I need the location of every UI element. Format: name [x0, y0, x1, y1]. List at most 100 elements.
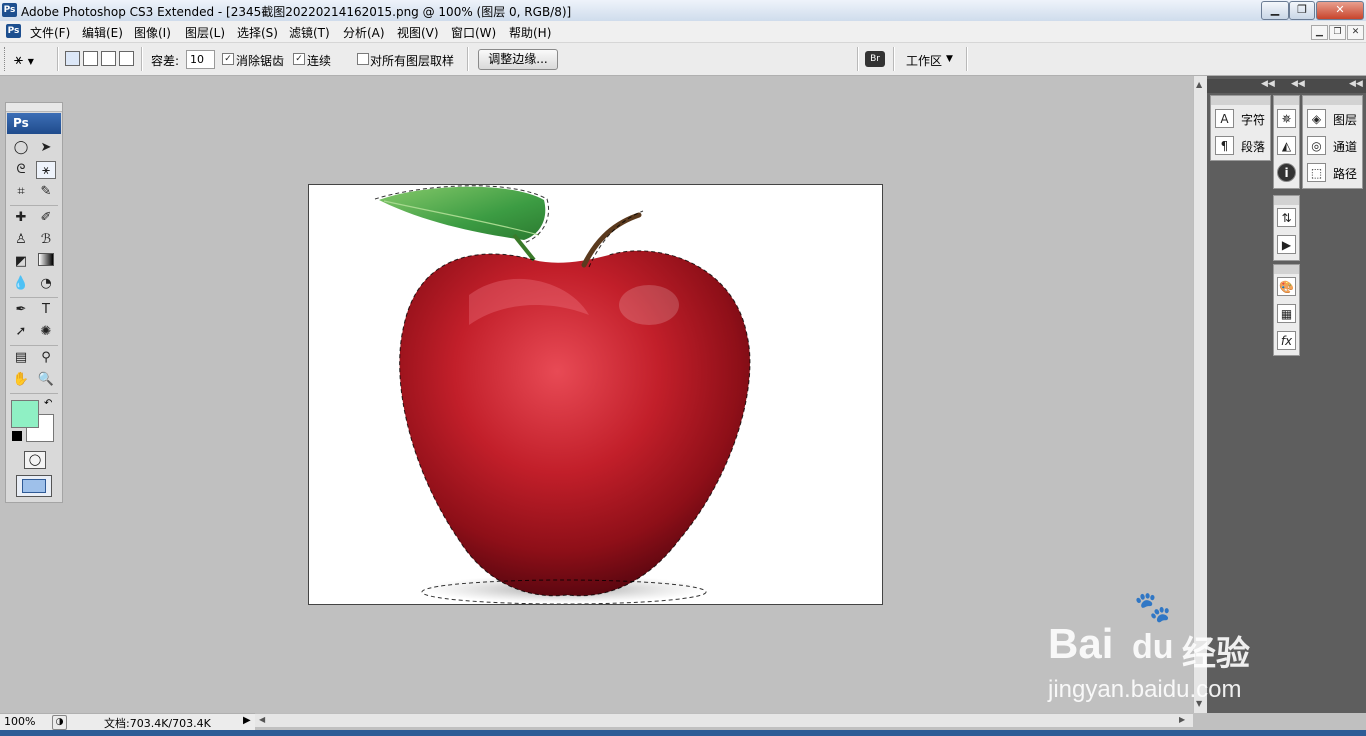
doc-close-button[interactable]: ✕	[1347, 25, 1364, 40]
menu-edit[interactable]: 编辑(E)	[82, 24, 123, 41]
watermark-brand-cn: 经验	[1182, 634, 1250, 674]
path-selection-tool-icon[interactable]: ➚	[11, 323, 31, 341]
anti-alias-checkbox[interactable]: ✓	[222, 53, 234, 65]
type-tool-icon[interactable]: T	[36, 301, 56, 319]
menu-view[interactable]: 视图(V)	[397, 24, 439, 41]
sample-all-layers-checkbox[interactable]	[357, 53, 369, 65]
toolbox-grip[interactable]	[6, 103, 62, 112]
menu-help[interactable]: 帮助(H)	[509, 24, 551, 41]
anti-alias-label: 消除锯齿	[236, 54, 285, 68]
default-colors-icon[interactable]	[12, 431, 22, 441]
eraser-tool-icon[interactable]: ◩	[11, 253, 31, 271]
paragraph-panel-icon[interactable]: ¶	[1215, 136, 1234, 155]
styles-icon[interactable]: fx	[1277, 331, 1296, 350]
paths-panel-label[interactable]: 路径	[1333, 165, 1357, 182]
collapse-icon[interactable]: ◀◀	[1349, 79, 1363, 89]
clone-stamp-tool-icon[interactable]: ♙	[11, 231, 31, 249]
dock-grip[interactable]	[1303, 96, 1362, 105]
channels-panel-label[interactable]: 通道	[1333, 138, 1357, 155]
options-grip[interactable]	[4, 47, 9, 71]
menu-file[interactable]: 文件(F)	[30, 24, 70, 41]
new-selection-icon[interactable]	[65, 51, 80, 66]
magic-wand-preset-icon[interactable]: ⚹ ▼	[14, 49, 52, 69]
workspace-menu[interactable]: 工作区	[906, 52, 942, 69]
zoom-level[interactable]: 100%	[4, 715, 35, 728]
slice-tool-icon[interactable]: ✎	[36, 183, 56, 201]
magic-wand-tool-icon[interactable]: ⚹	[36, 161, 56, 179]
menu-analysis[interactable]: 分析(A)	[343, 24, 385, 41]
collapse-icon[interactable]: ◀◀	[1291, 79, 1305, 89]
dock-grip[interactable]	[1211, 96, 1270, 105]
crop-tool-icon[interactable]: ⌗	[11, 183, 31, 201]
screen-mode-icon[interactable]	[16, 475, 52, 497]
scroll-right-icon[interactable]: ▶	[1179, 715, 1185, 724]
quick-mask-icon[interactable]: ◯	[24, 451, 46, 469]
menu-select[interactable]: 选择(S)	[237, 24, 278, 41]
add-selection-icon[interactable]	[83, 51, 98, 66]
document-icon[interactable]: Ps	[6, 24, 21, 38]
separator	[10, 393, 58, 394]
tolerance-input[interactable]: 10	[186, 50, 215, 69]
swap-colors-icon[interactable]: ↶	[44, 398, 52, 409]
channels-panel-icon[interactable]: ◎	[1307, 136, 1326, 155]
history-icon[interactable]: ⇅	[1277, 208, 1296, 227]
watermark-brand-du: du	[1132, 628, 1174, 666]
paragraph-panel-label[interactable]: 段落	[1241, 138, 1265, 155]
doc-minimize-button[interactable]: ▁	[1311, 25, 1328, 40]
menu-layer[interactable]: 图层(L)	[185, 24, 225, 41]
notes-tool-icon[interactable]: ▤	[11, 349, 31, 367]
pen-tool-icon[interactable]: ✒	[11, 301, 31, 319]
info-icon[interactable]: i	[1277, 163, 1296, 182]
eyedropper-tool-icon[interactable]: ⚲	[36, 349, 56, 367]
subtract-selection-icon[interactable]	[101, 51, 116, 66]
intersect-selection-icon[interactable]	[119, 51, 134, 66]
photoshop-app-icon: Ps	[2, 3, 17, 17]
close-button[interactable]: ✕	[1316, 1, 1364, 20]
separator	[857, 47, 859, 71]
history-brush-tool-icon[interactable]: ℬ	[36, 231, 56, 249]
hand-tool-icon[interactable]: ✋	[11, 371, 31, 389]
status-info-icon[interactable]: ◑	[52, 715, 67, 730]
navigator-icon[interactable]: ✵	[1277, 109, 1296, 128]
custom-shape-tool-icon[interactable]: ✺	[36, 323, 56, 341]
menu-image[interactable]: 图像(I)	[134, 24, 171, 41]
swatches-icon[interactable]: ▦	[1277, 304, 1296, 323]
zoom-tool-icon[interactable]: 🔍	[36, 371, 56, 389]
collapse-icon[interactable]: ◀◀	[1261, 79, 1275, 89]
lasso-tool-icon[interactable]: ᘓ	[11, 161, 31, 179]
character-panel-icon[interactable]: A	[1215, 109, 1234, 128]
blur-tool-icon[interactable]: 💧	[11, 275, 31, 293]
minimize-button[interactable]: ▁	[1261, 1, 1289, 20]
dodge-tool-icon[interactable]: ◔	[36, 275, 56, 293]
menu-filter[interactable]: 滤镜(T)	[289, 24, 330, 41]
dock-grip[interactable]	[1274, 196, 1299, 205]
horizontal-scrollbar[interactable]: ◀ ▶	[255, 713, 1193, 727]
histogram-icon[interactable]: ◭	[1277, 136, 1296, 155]
bridge-icon[interactable]: Br	[865, 51, 885, 67]
brush-tool-icon[interactable]: ✐	[36, 209, 56, 227]
separator	[467, 47, 469, 71]
scroll-left-icon[interactable]: ◀	[259, 715, 265, 724]
marquee-tool-icon[interactable]: ◯	[11, 139, 31, 157]
menu-window[interactable]: 窗口(W)	[451, 24, 496, 41]
document-canvas[interactable]	[308, 184, 883, 605]
foreground-color-swatch-front[interactable]	[11, 400, 39, 428]
healing-brush-tool-icon[interactable]: ✚	[11, 209, 31, 227]
dock-grip[interactable]	[1274, 96, 1299, 105]
dock-grip[interactable]	[1274, 265, 1299, 274]
restore-button[interactable]: ❐	[1289, 1, 1315, 20]
scroll-up-icon[interactable]: ▲	[1196, 80, 1202, 89]
doc-restore-button[interactable]: ❐	[1329, 25, 1346, 40]
contiguous-checkbox[interactable]: ✓	[293, 53, 305, 65]
workspace-dropdown-icon[interactable]: ▼	[946, 54, 953, 64]
move-tool-icon[interactable]: ➤	[36, 139, 56, 157]
paths-panel-icon[interactable]: ⬚	[1307, 163, 1326, 182]
actions-icon[interactable]: ▶	[1277, 235, 1296, 254]
refine-edge-button[interactable]: 调整边缘...	[478, 49, 558, 70]
character-panel-label[interactable]: 字符	[1241, 111, 1265, 128]
gradient-tool-icon[interactable]	[36, 253, 56, 271]
layers-panel-label[interactable]: 图层	[1333, 111, 1357, 128]
color-icon[interactable]: 🎨	[1277, 277, 1296, 296]
layers-panel-icon[interactable]: ◈	[1307, 109, 1326, 128]
status-menu-arrow-icon[interactable]: ▶	[243, 715, 251, 726]
